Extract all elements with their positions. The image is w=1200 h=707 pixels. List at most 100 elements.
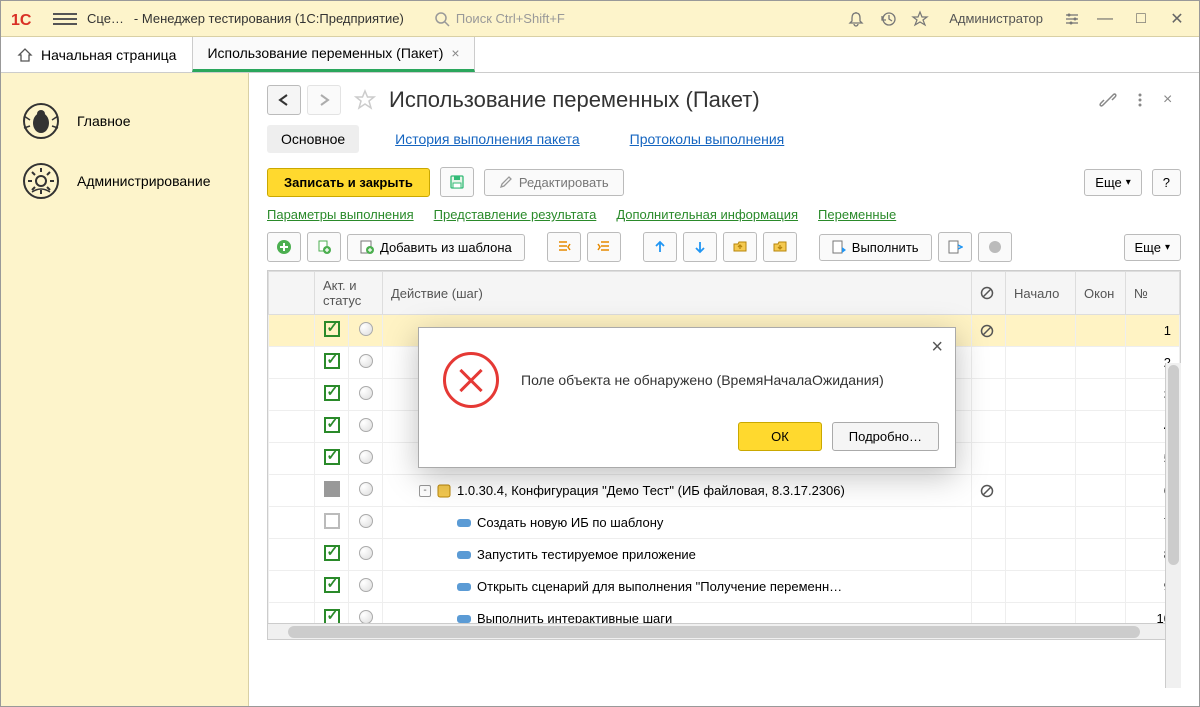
table-row[interactable]: Открыть сценарий для выполнения "Получен… [269,571,1180,603]
section-tab-protocols[interactable]: Протоколы выполнения [616,125,799,153]
move-down-button[interactable] [683,232,717,262]
table-row[interactable]: - 1.0.30.4, Конфигурация "Демо Тест" (ИБ … [269,475,1180,507]
help-button[interactable]: ? [1152,169,1181,196]
status-icon [359,578,373,592]
kebab-icon[interactable] [1131,91,1149,109]
nav-forward-button[interactable] [307,85,341,115]
sidebar-item-label: Администрирование [77,173,211,189]
app-logo: 1С [9,7,43,31]
doc-tab-label: Использование переменных (Пакет) [207,45,443,61]
sidebar-item-main[interactable]: Главное [1,91,248,151]
indent-left-button[interactable] [547,232,581,262]
checkbox[interactable] [324,321,340,337]
window-title: - Менеджер тестирования (1С:Предприятие) [134,11,404,26]
vertical-scrollbar[interactable] [1165,363,1181,688]
step-icon [457,615,471,623]
star-icon[interactable] [911,10,929,28]
section-tab-main[interactable]: Основное [267,125,359,153]
status-icon [359,450,373,464]
table-row[interactable]: Создать новую ИБ по шаблону7 [269,507,1180,539]
close-page-icon[interactable]: × [1163,91,1181,109]
col-ban-header[interactable] [972,272,1006,315]
save-close-button[interactable]: Записать и закрыть [267,168,430,197]
checkbox[interactable] [324,545,340,561]
menu-icon[interactable] [53,10,77,28]
expand-icon[interactable]: - [419,485,431,497]
settings-icon[interactable] [1063,10,1081,28]
row-text: 1.0.30.4, Конфигурация "Демо Тест" (ИБ ф… [457,483,845,498]
bug-icon [21,101,61,141]
col-num-header[interactable]: № [1126,272,1180,315]
checkbox[interactable] [324,609,340,623]
toolbar-grid: Добавить из шаблона Выполнить Еще▾ [267,232,1181,262]
col-blank[interactable] [269,272,315,315]
home-tab[interactable]: Начальная страница [1,37,192,72]
dialog-ok-button[interactable]: ОК [738,422,822,451]
export-button[interactable] [938,232,972,262]
checkbox[interactable] [324,449,340,465]
favorite-icon[interactable] [353,88,377,112]
execute-button[interactable]: Выполнить [819,234,932,261]
col-start-header[interactable]: Начало [1006,272,1076,315]
step-icon [457,551,471,559]
table-row[interactable]: Выполнить интерактивные шаги10 [269,603,1180,624]
table-row[interactable]: Запустить тестируемое приложение8 [269,539,1180,571]
checkbox[interactable] [324,513,340,529]
section-tab-history[interactable]: История выполнения пакета [381,125,593,153]
col-action-header[interactable]: Действие (шаг) [383,272,972,315]
move-up-button[interactable] [643,232,677,262]
checkbox[interactable] [324,481,340,497]
close-button[interactable]: ✕ [1163,7,1191,31]
checkbox[interactable] [324,417,340,433]
maximize-button[interactable]: □ [1127,7,1155,31]
status-icon [359,610,373,623]
step-icon [457,519,471,527]
app-name: Сце… [87,11,124,26]
tab-close-icon[interactable]: × [451,45,459,61]
error-dialog: × Поле объекта не обнаружено (ВремяНачал… [418,327,956,468]
link-extra[interactable]: Дополнительная информация [616,207,798,222]
stop-button[interactable] [978,232,1012,262]
horizontal-scrollbar[interactable] [268,623,1180,639]
indent-right-button[interactable] [587,232,621,262]
folder-down-button[interactable] [763,232,797,262]
add-template-label: Добавить из шаблона [380,240,512,255]
save-button[interactable] [440,167,474,197]
dialog-body: Поле объекта не обнаружено (ВремяНачалаО… [419,328,955,422]
grid-more-button[interactable]: Еще▾ [1124,234,1181,261]
col-end-header[interactable]: Окон [1076,272,1126,315]
step-icon [457,583,471,591]
nav-back-button[interactable] [267,85,301,115]
edit-button[interactable]: Редактировать [484,169,624,196]
row-text: Запустить тестируемое приложение [477,547,696,562]
doc-tab[interactable]: Использование переменных (Пакет) × [192,37,474,72]
add-copy-button[interactable] [307,232,341,262]
dialog-buttons: ОК Подробно… [419,422,955,467]
history-icon[interactable] [879,10,897,28]
section-tabs: Основное История выполнения пакета Прото… [267,125,1181,153]
sidebar-item-admin[interactable]: Администрирование [1,151,248,211]
add-button[interactable] [267,232,301,262]
link-params[interactable]: Параметры выполнения [267,207,414,222]
more-button[interactable]: Еще▾ [1084,169,1141,196]
search-input[interactable]: Поиск Ctrl+Shift+F [434,11,827,27]
link-vars[interactable]: Переменные [818,207,896,222]
grid-header-row: Акт. и статус Действие (шаг) Начало Окон… [269,272,1180,315]
minimize-button[interactable]: — [1091,7,1119,31]
search-placeholder: Поиск Ctrl+Shift+F [456,11,565,26]
user-name[interactable]: Администратор [949,11,1043,26]
checkbox[interactable] [324,577,340,593]
bell-icon[interactable] [847,10,865,28]
dialog-close-icon[interactable]: × [931,336,943,359]
link-result[interactable]: Представление результата [434,207,597,222]
sidebar-item-label: Главное [77,113,131,129]
status-icon [359,546,373,560]
checkbox[interactable] [324,385,340,401]
col-act-header[interactable]: Акт. и статус [315,272,383,315]
add-template-button[interactable]: Добавить из шаблона [347,234,525,261]
dialog-details-button[interactable]: Подробно… [832,422,939,451]
link-icon[interactable] [1099,91,1117,109]
edit-label: Редактировать [519,175,609,190]
checkbox[interactable] [324,353,340,369]
folder-up-button[interactable] [723,232,757,262]
